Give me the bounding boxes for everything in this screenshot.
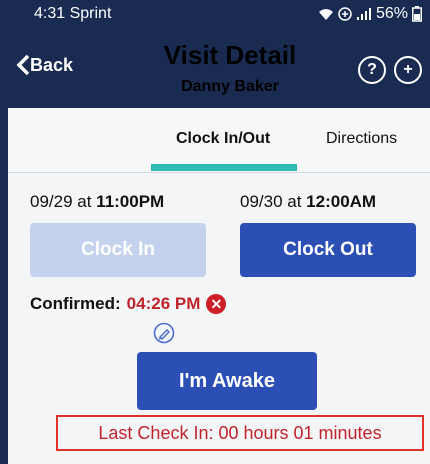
tab-clock-in-out[interactable]: Clock In/Out [176,130,270,148]
add-button[interactable]: + [394,56,422,84]
cancel-confirmation-icon[interactable]: ✕ [206,294,227,314]
clock-out-button[interactable]: Clock Out [240,223,416,277]
end-date: 09/30 at [240,192,307,211]
battery-percent: 56% [375,5,408,22]
status-icons: 56% [318,0,422,28]
header-actions: ? + [358,56,422,84]
back-label: Back [30,54,74,75]
last-check-in-text: Last Check In: 00 hours 01 minutes [56,415,424,451]
back-button[interactable]: Back [16,54,73,76]
chevron-left-icon [16,54,30,76]
active-tab-indicator [151,164,297,171]
status-clock: 4:31 [34,5,66,22]
status-time: 4:31 Sprint [34,0,111,28]
tab-directions[interactable]: Directions [326,130,397,148]
client-name: Danny Baker [181,78,279,95]
status-bar: 4:31 Sprint 56% [8,0,430,28]
confirmed-time: 04:26 PM [126,294,201,313]
battery-icon [412,6,422,22]
wifi-icon [318,9,333,20]
confirmation-row: Confirmed: 04:26 PM ✕ [30,294,227,314]
confirmed-label: Confirmed: [30,294,121,313]
status-carrier: Sprint [69,5,112,22]
scheduled-end: 09/30 at 12:00AM [240,192,376,212]
left-frame-edge [0,0,8,464]
start-time: 11:00PM [96,192,165,211]
scheduled-start: 09/29 at 11:00PM [30,192,164,212]
help-button[interactable]: ? [358,56,386,84]
question-mark-icon: ? [367,61,377,78]
start-date: 09/29 at [30,192,97,211]
plus-icon: + [403,61,413,78]
signal-icon [356,8,371,20]
edit-signature-icon[interactable] [153,322,175,344]
page-title: Visit Detail [163,40,297,70]
clock-in-button[interactable]: Clock In [30,223,206,277]
data-icon [338,7,352,21]
end-time: 12:00AM [306,192,377,211]
im-awake-button[interactable]: I'm Awake [137,352,317,410]
